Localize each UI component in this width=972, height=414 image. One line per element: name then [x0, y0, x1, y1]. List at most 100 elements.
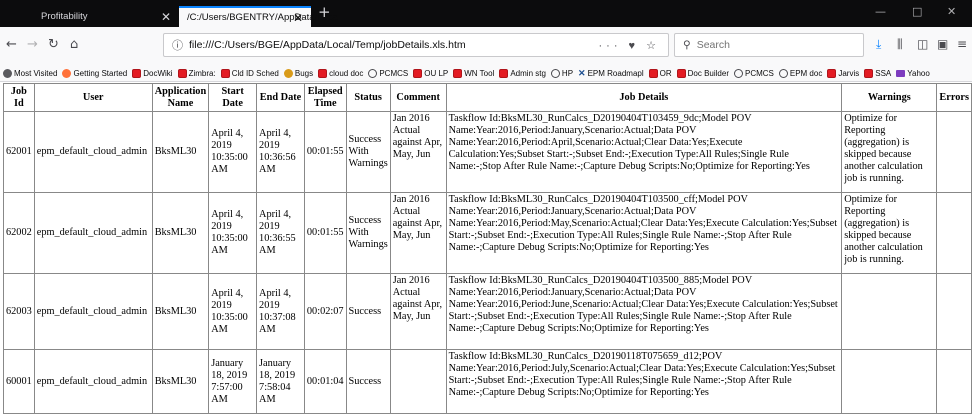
- job-details-cell: Taskflow Id:BksML30_RunCalcs_D20190404T1…: [445, 273, 843, 350]
- info-icon[interactable]: ⓘ: [172, 37, 183, 53]
- bookmark-bugs[interactable]: Bugs: [283, 68, 313, 78]
- job-id-cell: 62002: [3, 192, 35, 274]
- close-icon[interactable]: ✕: [161, 10, 171, 24]
- url-text[interactable]: file:///C:/Users/BGE/AppData/Local/Temp/…: [189, 39, 466, 51]
- bookmark-zimbra[interactable]: Zimbra:: [177, 68, 216, 78]
- bookmark-ssa[interactable]: SSA: [864, 68, 891, 78]
- user-cell: epm_default_cloud_admin: [33, 111, 153, 193]
- bookmark-wn-tool[interactable]: WN Tool: [453, 68, 494, 78]
- globe-icon: [368, 68, 378, 78]
- red-folder-icon: [827, 68, 837, 78]
- bookmark-yahoo[interactable]: Yahoo: [896, 69, 930, 78]
- forward-icon[interactable]: →: [27, 37, 38, 52]
- column-header-start-date: Start Date: [208, 83, 258, 112]
- bookmark-docwiki[interactable]: DocWiki: [132, 68, 173, 78]
- job-details-table: Job Id User Application Name Start Date …: [3, 83, 972, 414]
- column-header-user: User: [33, 83, 153, 112]
- start-date-cell: April 4, 2019 10:35:00 AM: [208, 111, 258, 193]
- comment-cell: [389, 349, 447, 414]
- library-icon[interactable]: ⫼: [897, 37, 903, 52]
- bookmark-pcmcs-2[interactable]: PCMCS: [733, 68, 774, 78]
- column-header-comment: Comment: [389, 83, 447, 112]
- bookmark-cld-id-sched[interactable]: Cld ID Sched: [220, 68, 279, 78]
- reload-icon[interactable]: ↻: [48, 37, 59, 52]
- warnings-cell: [841, 349, 938, 414]
- bookmark-admin-stg[interactable]: Admin stg: [499, 68, 546, 78]
- pocket-icon[interactable]: ▣: [937, 37, 948, 51]
- job-details-cell: Taskflow Id:BksML30_RunCalcs_D20190118T0…: [445, 349, 843, 414]
- job-details-cell: Taskflow Id:BksML30_RunCalcs_D20190404T1…: [445, 192, 843, 274]
- bookmark-getting-started[interactable]: Getting Started: [62, 68, 127, 78]
- status-cell: Success With Warnings: [345, 192, 391, 274]
- bookmark-epm-roadmap[interactable]: ✕ EPM Roadmapl: [578, 68, 644, 79]
- red-folder-icon: [864, 68, 874, 78]
- globe-icon: [550, 68, 560, 78]
- start-date-cell: April 4, 2019 10:35:00 AM: [208, 192, 258, 274]
- close-window-button[interactable]: ✕: [947, 5, 956, 18]
- bookmark-epm-doc[interactable]: EPM doc: [778, 68, 822, 78]
- red-folder-icon: [453, 68, 463, 78]
- x-icon: ✕: [578, 67, 586, 78]
- bookmark-doc-builder[interactable]: Doc Builder: [676, 68, 729, 78]
- comment-cell: Jan 2016 Actual against Apr, May, Jun: [389, 111, 447, 193]
- warnings-cell: Optimize for Reporting (aggregation) is …: [841, 192, 938, 274]
- red-folder-icon: [177, 68, 187, 78]
- status-cell: Success: [345, 349, 391, 414]
- new-tab-button[interactable]: +: [318, 3, 331, 21]
- bookmark-most-visited[interactable]: Most Visited: [3, 68, 57, 78]
- status-cell: Success: [345, 273, 391, 350]
- comment-cell: Jan 2016 Actual against Apr, May, Jun: [389, 192, 447, 274]
- job-id-cell: 62003: [3, 273, 35, 350]
- bug-icon: [283, 68, 293, 78]
- table-row: 62002 epm_default_cloud_admin BksML30 Ap…: [3, 192, 972, 274]
- tab-title: /C:/Users/BGENTRY/AppData/Loca: [187, 12, 338, 23]
- column-header-end-date: End Date: [256, 83, 305, 112]
- mail-icon: [896, 69, 906, 77]
- home-icon[interactable]: ⌂: [70, 37, 78, 52]
- application-cell: BksML30: [151, 273, 210, 350]
- bookmark-cloud-doc[interactable]: cloud doc: [318, 68, 363, 78]
- tab-title: Profitability: [41, 11, 88, 22]
- red-folder-icon: [648, 68, 658, 78]
- bookmark-pcmcs[interactable]: PCMCS: [368, 68, 408, 78]
- globe-icon: [778, 68, 788, 78]
- globe-icon: [733, 68, 743, 78]
- table-row: 62003 epm_default_cloud_admin BksML30 Ap…: [3, 273, 972, 350]
- bookmark-hp[interactable]: HP: [550, 68, 573, 78]
- sidebar-icon[interactable]: ◫: [917, 37, 928, 51]
- status-cell: Success With Warnings: [345, 111, 391, 193]
- column-header-errors: Errors: [936, 83, 972, 112]
- user-cell: epm_default_cloud_admin: [33, 192, 153, 274]
- application-cell: BksML30: [151, 192, 210, 274]
- download-icon[interactable]: ⤓: [876, 37, 881, 52]
- errors-cell: [936, 349, 972, 414]
- bookmark-jarvis[interactable]: Jarvis: [827, 68, 859, 78]
- maximize-button[interactable]: □: [912, 5, 922, 18]
- table-row: 62001 epm_default_cloud_admin BksML30 Ap…: [3, 111, 972, 193]
- start-date-cell: January 18, 2019 7:57:00 AM: [208, 349, 258, 414]
- warnings-cell: [841, 273, 938, 350]
- minimize-button[interactable]: —: [875, 5, 886, 18]
- red-folder-icon: [220, 68, 230, 78]
- errors-cell: [936, 192, 972, 274]
- end-date-cell: January 18, 2019 7:58:04 AM: [256, 349, 305, 414]
- bookmark-or[interactable]: OR: [648, 68, 672, 78]
- application-cell: BksML30: [151, 111, 210, 193]
- url-bar[interactable]: ⓘ file:///C:/Users/BGE/AppData/Local/Tem…: [163, 33, 669, 57]
- menu-icon[interactable]: ≡: [957, 37, 967, 51]
- table-row: 60001 epm_default_cloud_admin BksML30 Ja…: [3, 349, 972, 414]
- back-icon[interactable]: ←: [6, 37, 17, 52]
- tab-job-details[interactable]: /C:/Users/BGENTRY/AppData/Loca ✕: [179, 6, 338, 27]
- page-actions-icons[interactable]: ··· ♥ ☆: [599, 39, 661, 52]
- application-cell: BksML30: [151, 349, 210, 414]
- close-icon[interactable]: ✕: [293, 11, 303, 25]
- search-placeholder: Search: [696, 39, 730, 51]
- elapsed-time-cell: 00:01:55: [303, 111, 347, 193]
- page-content: Job Id User Application Name Start Date …: [3, 83, 972, 414]
- end-date-cell: April 4, 2019 10:36:55 AM: [256, 192, 305, 274]
- tab-profitability[interactable]: Profitability ✕: [33, 6, 179, 27]
- elapsed-time-cell: 00:02:07: [303, 273, 347, 350]
- red-folder-icon: [132, 68, 142, 78]
- bookmark-ou-lp[interactable]: OU LP: [413, 68, 448, 78]
- search-input[interactable]: ⚲ Search: [674, 33, 864, 57]
